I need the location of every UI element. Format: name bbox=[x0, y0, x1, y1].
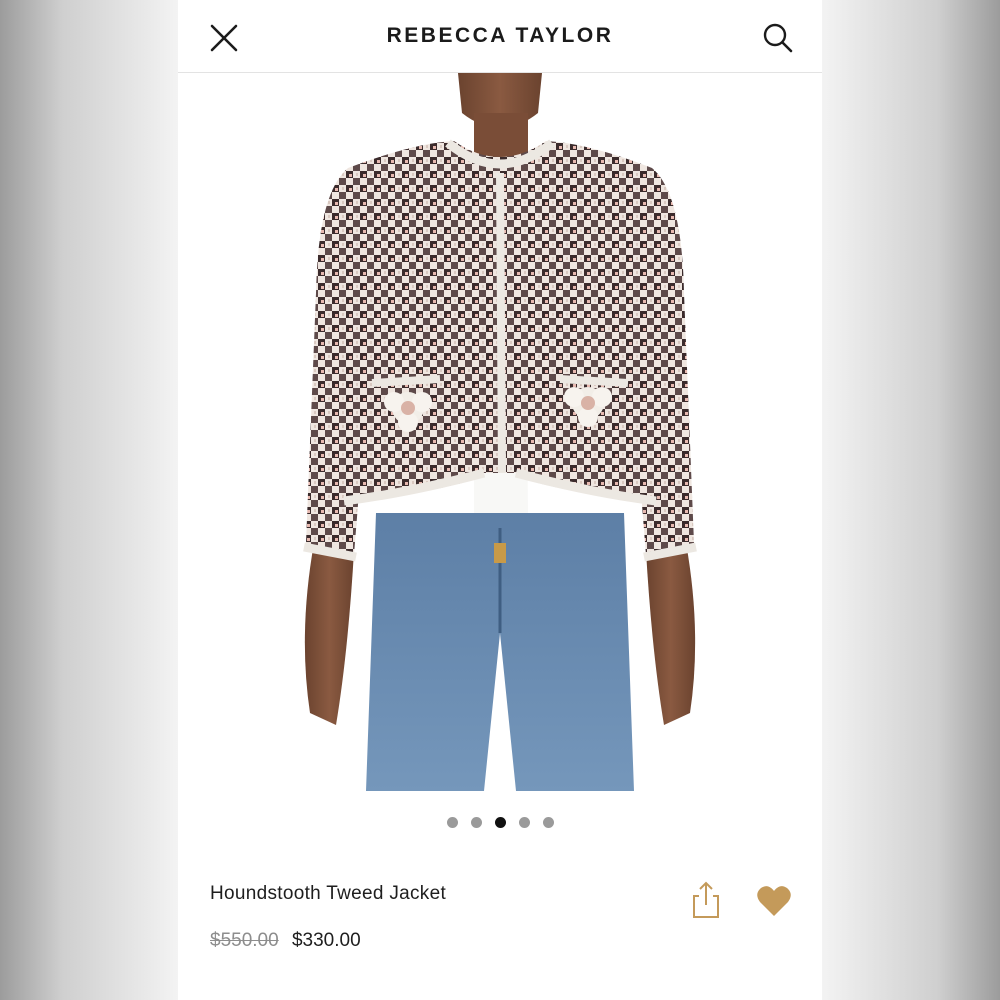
sale-price: $330.00 bbox=[291, 930, 361, 951]
top-bar: REBECCA TAYLOR bbox=[178, 0, 822, 73]
product-title: Houndstooth Tweed Jacket bbox=[210, 883, 447, 904]
wishlist-button[interactable] bbox=[756, 884, 792, 918]
search-button[interactable] bbox=[760, 20, 796, 56]
carousel-dot-active[interactable] bbox=[494, 817, 506, 828]
share-button[interactable] bbox=[690, 880, 722, 920]
carousel-dot[interactable] bbox=[518, 817, 530, 828]
image-carousel-dots bbox=[178, 817, 822, 829]
product-image[interactable] bbox=[178, 73, 822, 791]
search-icon bbox=[763, 23, 793, 53]
carousel-dot[interactable] bbox=[446, 817, 458, 828]
price-row: $550.00 $330.00 bbox=[210, 930, 361, 952]
background-right bbox=[822, 0, 1000, 1000]
brand-title[interactable]: REBECCA TAYLOR bbox=[178, 24, 822, 48]
product-screen: REBECCA TAYLOR Houndstooth Tweed Jacket … bbox=[178, 0, 822, 1000]
background-left bbox=[0, 0, 178, 1000]
original-price: $550.00 bbox=[210, 930, 279, 951]
carousel-dot[interactable] bbox=[470, 817, 482, 828]
carousel-dot[interactable] bbox=[542, 817, 554, 828]
share-icon bbox=[693, 881, 719, 918]
heart-icon bbox=[757, 886, 791, 916]
